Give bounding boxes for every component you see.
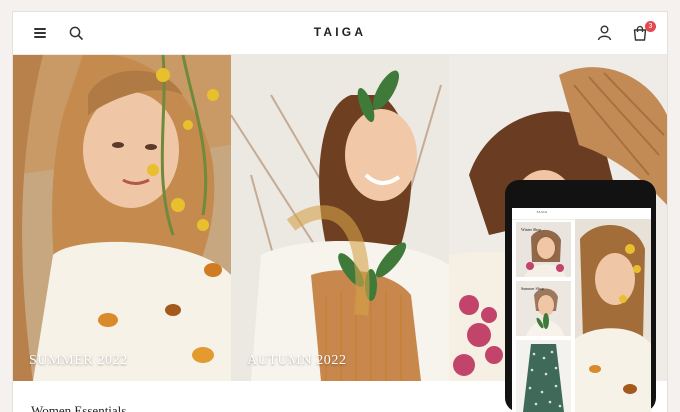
collection-card-autumn[interactable]: AUTUMN 2022	[231, 55, 449, 381]
mobile-card-summer[interactable]: Summer Shop	[516, 281, 571, 336]
mobile-card-label-summer: Summer Shop	[521, 286, 544, 291]
brand-logo[interactable]: TAIGA	[13, 25, 667, 39]
mobile-side-image	[575, 219, 651, 412]
summer-collection-image	[13, 55, 231, 381]
section-title: Women Essentials	[31, 403, 127, 412]
mobile-card-skirt[interactable]	[516, 340, 571, 412]
skirt-product-image	[516, 340, 571, 412]
autumn-collection-image	[231, 55, 449, 381]
cart-count-badge: 3	[645, 21, 656, 32]
collection-label-summer: SUMMER 2022	[29, 353, 128, 368]
mobile-brand: TAIGA	[536, 210, 548, 214]
collection-label-autumn: AUTUMN 2022	[247, 353, 347, 368]
user-icon[interactable]	[597, 25, 612, 41]
mobile-device-preview: TAIGA Winter Shop Summer Shop	[505, 180, 656, 412]
site-header: TAIGA 3	[13, 12, 667, 55]
mobile-card-winter[interactable]: Winter Shop	[516, 222, 571, 277]
mobile-card-label-winter: Winter Shop	[521, 227, 542, 232]
collection-card-summer[interactable]: SUMMER 2022	[13, 55, 231, 381]
mobile-screen: TAIGA Winter Shop Summer Shop	[512, 208, 651, 412]
